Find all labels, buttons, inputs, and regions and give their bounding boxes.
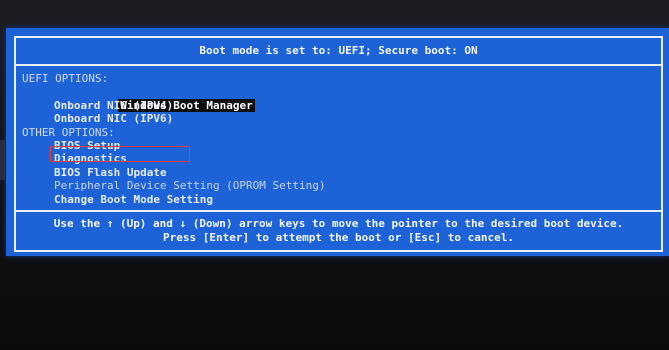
- boot-options-list: UEFI OPTIONS: Windows Boot Manager Onboa…: [20, 72, 657, 206]
- monitor-screen: Boot mode is set to: UEFI; Secure boot: …: [0, 0, 669, 350]
- boot-menu-panel: Boot mode is set to: UEFI; Secure boot: …: [6, 28, 669, 256]
- instructions-line-1: Use the ↑ (Up) and ↓ (Down) arrow keys t…: [53, 217, 624, 230]
- boot-option-onboard-nic-ipv4[interactable]: Onboard NIC (IPV4): [20, 99, 657, 112]
- boot-option-onboard-nic-ipv6[interactable]: Onboard NIC (IPV6): [20, 112, 657, 125]
- option-peripheral-device-setting[interactable]: Peripheral Device Setting (OPROM Setting…: [20, 179, 657, 192]
- option-bios-flash-update[interactable]: BIOS Flash Update: [20, 166, 657, 179]
- instructions-footer: Use the ↑ (Up) and ↓ (Down) arrow keys t…: [16, 210, 661, 250]
- boot-menu-frame: Boot mode is set to: UEFI; Secure boot: …: [14, 36, 663, 252]
- uefi-options-heading: UEFI OPTIONS:: [22, 72, 109, 85]
- option-change-boot-mode-setting[interactable]: Change Boot Mode Setting: [20, 193, 657, 206]
- monitor-bezel: [0, 140, 5, 180]
- highlight-annotation-box: [50, 146, 190, 162]
- boot-mode-header: Boot mode is set to: UEFI; Secure boot: …: [16, 38, 661, 66]
- other-options-heading: OTHER OPTIONS:: [22, 125, 115, 139]
- instructions-line-2: Press [Enter] to attempt the boot or [Es…: [163, 231, 514, 244]
- boot-option-windows-boot-manager[interactable]: Windows Boot Manager: [20, 85, 657, 112]
